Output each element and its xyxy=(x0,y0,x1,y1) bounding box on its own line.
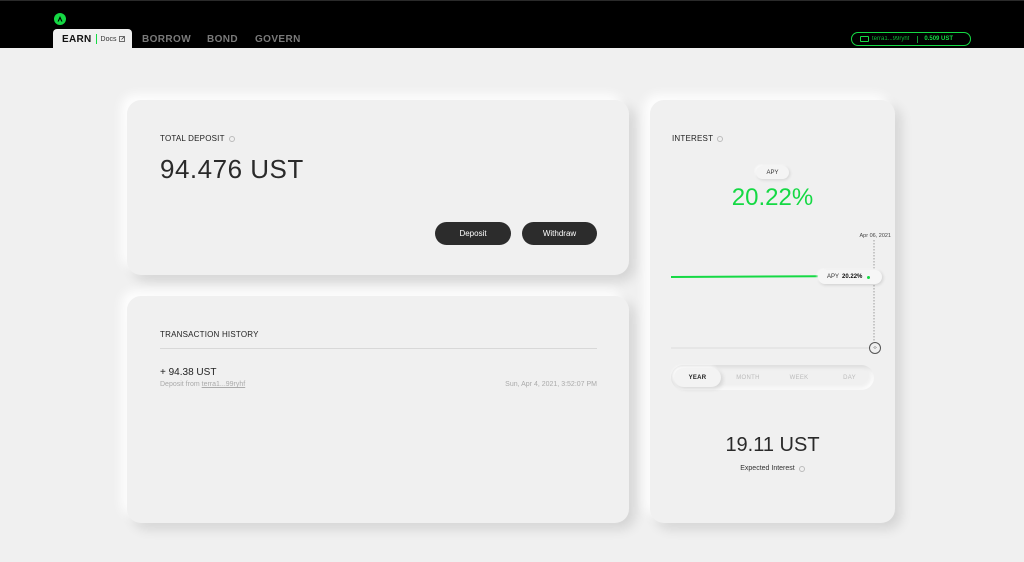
docs-link-label: Docs xyxy=(100,35,117,43)
period-tab-month[interactable]: MONTH xyxy=(724,365,772,390)
total-deposit-title: TOTAL DEPOSIT xyxy=(160,134,235,143)
docs-link[interactable]: Docs xyxy=(101,36,125,43)
nav-tab-earn-label: EARN xyxy=(62,33,92,45)
apy-tooltip-label: APY xyxy=(827,274,840,280)
wallet-balance: 0.509 UST xyxy=(924,36,954,42)
top-nav-bar: EARN Docs BORROW BOND GOVERN terra1...99… xyxy=(0,0,1024,49)
withdraw-button[interactable]: Withdraw xyxy=(522,222,597,245)
external-link-icon xyxy=(118,36,125,42)
transaction-amount: + 94.38 UST xyxy=(160,367,217,378)
transaction-address-link[interactable]: terra1...99ryhf xyxy=(202,381,246,388)
transaction-history-card: TRANSACTION HISTORY + 94.38 UST Deposit … xyxy=(127,296,629,523)
total-deposit-card: TOTAL DEPOSIT 94.476 UST Deposit Withdra… xyxy=(127,100,629,275)
nav-tab-borrow[interactable]: BORROW xyxy=(142,34,191,45)
transaction-history-title: TRANSACTION HISTORY xyxy=(160,330,259,339)
deposit-button[interactable]: Deposit xyxy=(435,222,511,245)
apy-chart[interactable] xyxy=(650,100,895,523)
anchor-logo-icon[interactable] xyxy=(54,13,66,25)
period-tab-year[interactable]: YEAR xyxy=(674,368,721,387)
apy-tooltip-dot xyxy=(867,275,871,279)
total-deposit-amount: 94.476 UST xyxy=(160,154,304,184)
wallet-icon xyxy=(860,36,869,42)
apy-tooltip: APY 20.22% xyxy=(818,270,882,284)
wallet-divider xyxy=(917,35,919,43)
expected-interest-value: 19.11 UST xyxy=(725,434,820,456)
period-tab-week[interactable]: WEEK xyxy=(775,365,823,390)
nav-divider xyxy=(95,34,97,44)
nav-tab-govern[interactable]: GOVERN xyxy=(255,34,301,45)
period-selector: YEAR MONTH WEEK DAY xyxy=(671,365,874,390)
transaction-description: Deposit from terra1...99ryhf xyxy=(160,381,245,388)
nav-tab-earn[interactable]: EARN Docs xyxy=(53,29,132,49)
period-tab-day[interactable]: DAY xyxy=(826,365,873,390)
expected-interest-label-text: Expected Interest xyxy=(740,465,795,472)
interest-card: INTEREST APY 20.22% Apr 06, 2021 APY 20.… xyxy=(650,100,895,523)
apy-tooltip-value: 20.22% xyxy=(842,274,863,280)
wallet-button[interactable]: terra1...99ryhf 0.509 UST xyxy=(851,32,971,46)
total-deposit-title-text: TOTAL DEPOSIT xyxy=(160,134,225,143)
info-icon[interactable] xyxy=(798,465,805,472)
divider xyxy=(160,348,597,349)
chart-scrub-handle[interactable]: ‹› xyxy=(869,342,881,354)
wallet-address: terra1...99ryhf xyxy=(872,36,910,42)
transaction-desc-prefix: Deposit from xyxy=(160,381,200,388)
expected-interest-label: Expected Interest xyxy=(650,465,895,472)
nav-tab-bond[interactable]: BOND xyxy=(207,34,238,45)
transaction-date: Sun, Apr 4, 2021, 3:52:07 PM xyxy=(505,381,597,388)
info-icon[interactable] xyxy=(228,135,235,142)
